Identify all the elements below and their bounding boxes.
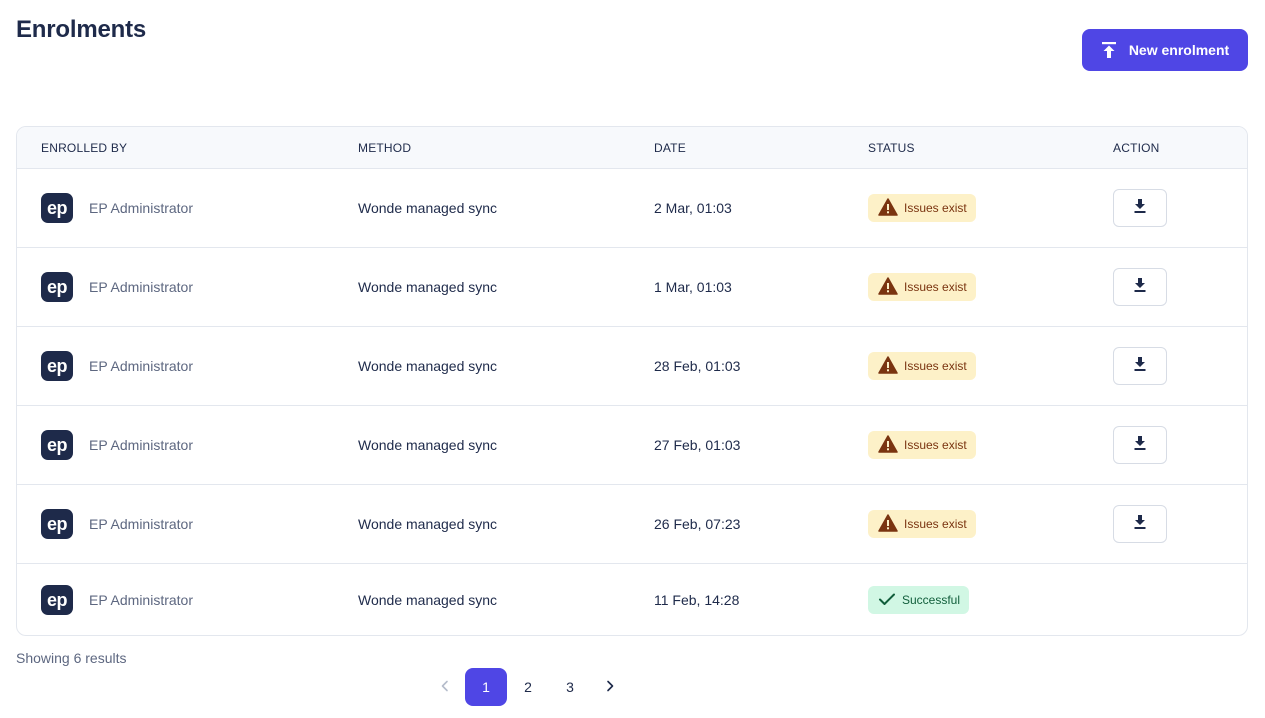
enrolled-by: EP Administrator — [89, 592, 194, 608]
pagination-next-button[interactable] — [595, 668, 625, 706]
date: 2 Mar, 01:03 — [654, 200, 732, 216]
warning-triangle-icon — [878, 197, 898, 219]
enrolled-by: EP Administrator — [89, 200, 194, 216]
method: Wonde managed sync — [358, 592, 498, 608]
column-header-action: ACTION — [1113, 141, 1160, 155]
status-text: Issues exist — [904, 438, 967, 452]
status-badge: Issues exist — [868, 431, 976, 459]
download-icon — [1133, 514, 1147, 535]
avatar: ep — [41, 430, 73, 460]
download-icon — [1133, 198, 1147, 219]
column-header-method: METHOD — [358, 141, 412, 155]
table-row: ep EP Administrator Wonde managed sync 2… — [17, 327, 1247, 406]
download-button[interactable] — [1113, 505, 1167, 543]
status-text: Successful — [902, 593, 961, 607]
upload-icon — [1101, 41, 1117, 59]
warning-triangle-icon — [878, 513, 898, 535]
results-count: Showing 6 results — [16, 650, 127, 666]
table-row: ep EP Administrator Wonde managed sync 1… — [17, 248, 1247, 327]
warning-triangle-icon — [878, 276, 898, 298]
pagination-page-1[interactable]: 1 — [465, 668, 507, 706]
enrolled-by: EP Administrator — [89, 437, 194, 453]
download-icon — [1133, 356, 1147, 377]
table-row: ep EP Administrator Wonde managed sync 2… — [17, 406, 1247, 485]
warning-triangle-icon — [878, 355, 898, 377]
method: Wonde managed sync — [358, 358, 498, 374]
enrolments-table: ENROLLED BY METHOD DATE STATUS ACTION ep… — [16, 126, 1248, 636]
status-badge: Issues exist — [868, 510, 976, 538]
status-badge: Issues exist — [868, 273, 976, 301]
status-badge: Issues exist — [868, 352, 976, 380]
method: Wonde managed sync — [358, 200, 498, 216]
status-text: Issues exist — [904, 359, 967, 373]
date: 27 Feb, 01:03 — [654, 437, 741, 453]
table-row: ep EP Administrator Wonde managed sync 2… — [17, 169, 1247, 248]
download-icon — [1133, 435, 1147, 456]
date: 28 Feb, 01:03 — [654, 358, 741, 374]
page-title: Enrolments — [16, 16, 147, 43]
date: 26 Feb, 07:23 — [654, 516, 741, 532]
avatar: ep — [41, 193, 73, 223]
status-text: Issues exist — [904, 280, 967, 294]
chevron-left-icon — [440, 679, 450, 695]
chevron-right-icon — [605, 679, 615, 695]
avatar: ep — [41, 272, 73, 302]
column-header-enrolled-by: ENROLLED BY — [41, 141, 128, 155]
status-badge: Successful — [868, 586, 970, 614]
avatar: ep — [41, 585, 73, 615]
avatar: ep — [41, 351, 73, 381]
status-text: Issues exist — [904, 201, 967, 215]
pagination-page-3[interactable]: 3 — [549, 668, 591, 706]
date: 1 Mar, 01:03 — [654, 279, 732, 295]
warning-triangle-icon — [878, 434, 898, 456]
pagination-prev-button[interactable] — [430, 668, 460, 706]
table-row: ep EP Administrator Wonde managed sync 1… — [17, 564, 1247, 635]
pagination-page-2[interactable]: 2 — [507, 668, 549, 706]
method: Wonde managed sync — [358, 437, 498, 453]
column-header-date: DATE — [654, 141, 686, 155]
enrolled-by: EP Administrator — [89, 358, 194, 374]
enrolled-by: EP Administrator — [89, 279, 194, 295]
status-badge: Issues exist — [868, 194, 976, 222]
download-button[interactable] — [1113, 426, 1167, 464]
download-button[interactable] — [1113, 268, 1167, 306]
download-button[interactable] — [1113, 189, 1167, 227]
download-button[interactable] — [1113, 347, 1167, 385]
column-header-status: STATUS — [868, 141, 915, 155]
table-header: ENROLLED BY METHOD DATE STATUS ACTION — [17, 127, 1247, 169]
check-icon — [878, 592, 896, 609]
new-enrolment-label: New enrolment — [1128, 42, 1230, 58]
method: Wonde managed sync — [358, 279, 498, 295]
new-enrolment-button[interactable]: New enrolment — [1082, 29, 1248, 71]
enrolled-by: EP Administrator — [89, 516, 194, 532]
method: Wonde managed sync — [358, 516, 498, 532]
date: 11 Feb, 14:28 — [654, 592, 740, 608]
avatar: ep — [41, 509, 73, 539]
table-row: ep EP Administrator Wonde managed sync 2… — [17, 485, 1247, 564]
download-icon — [1133, 277, 1147, 298]
status-text: Issues exist — [904, 517, 967, 531]
